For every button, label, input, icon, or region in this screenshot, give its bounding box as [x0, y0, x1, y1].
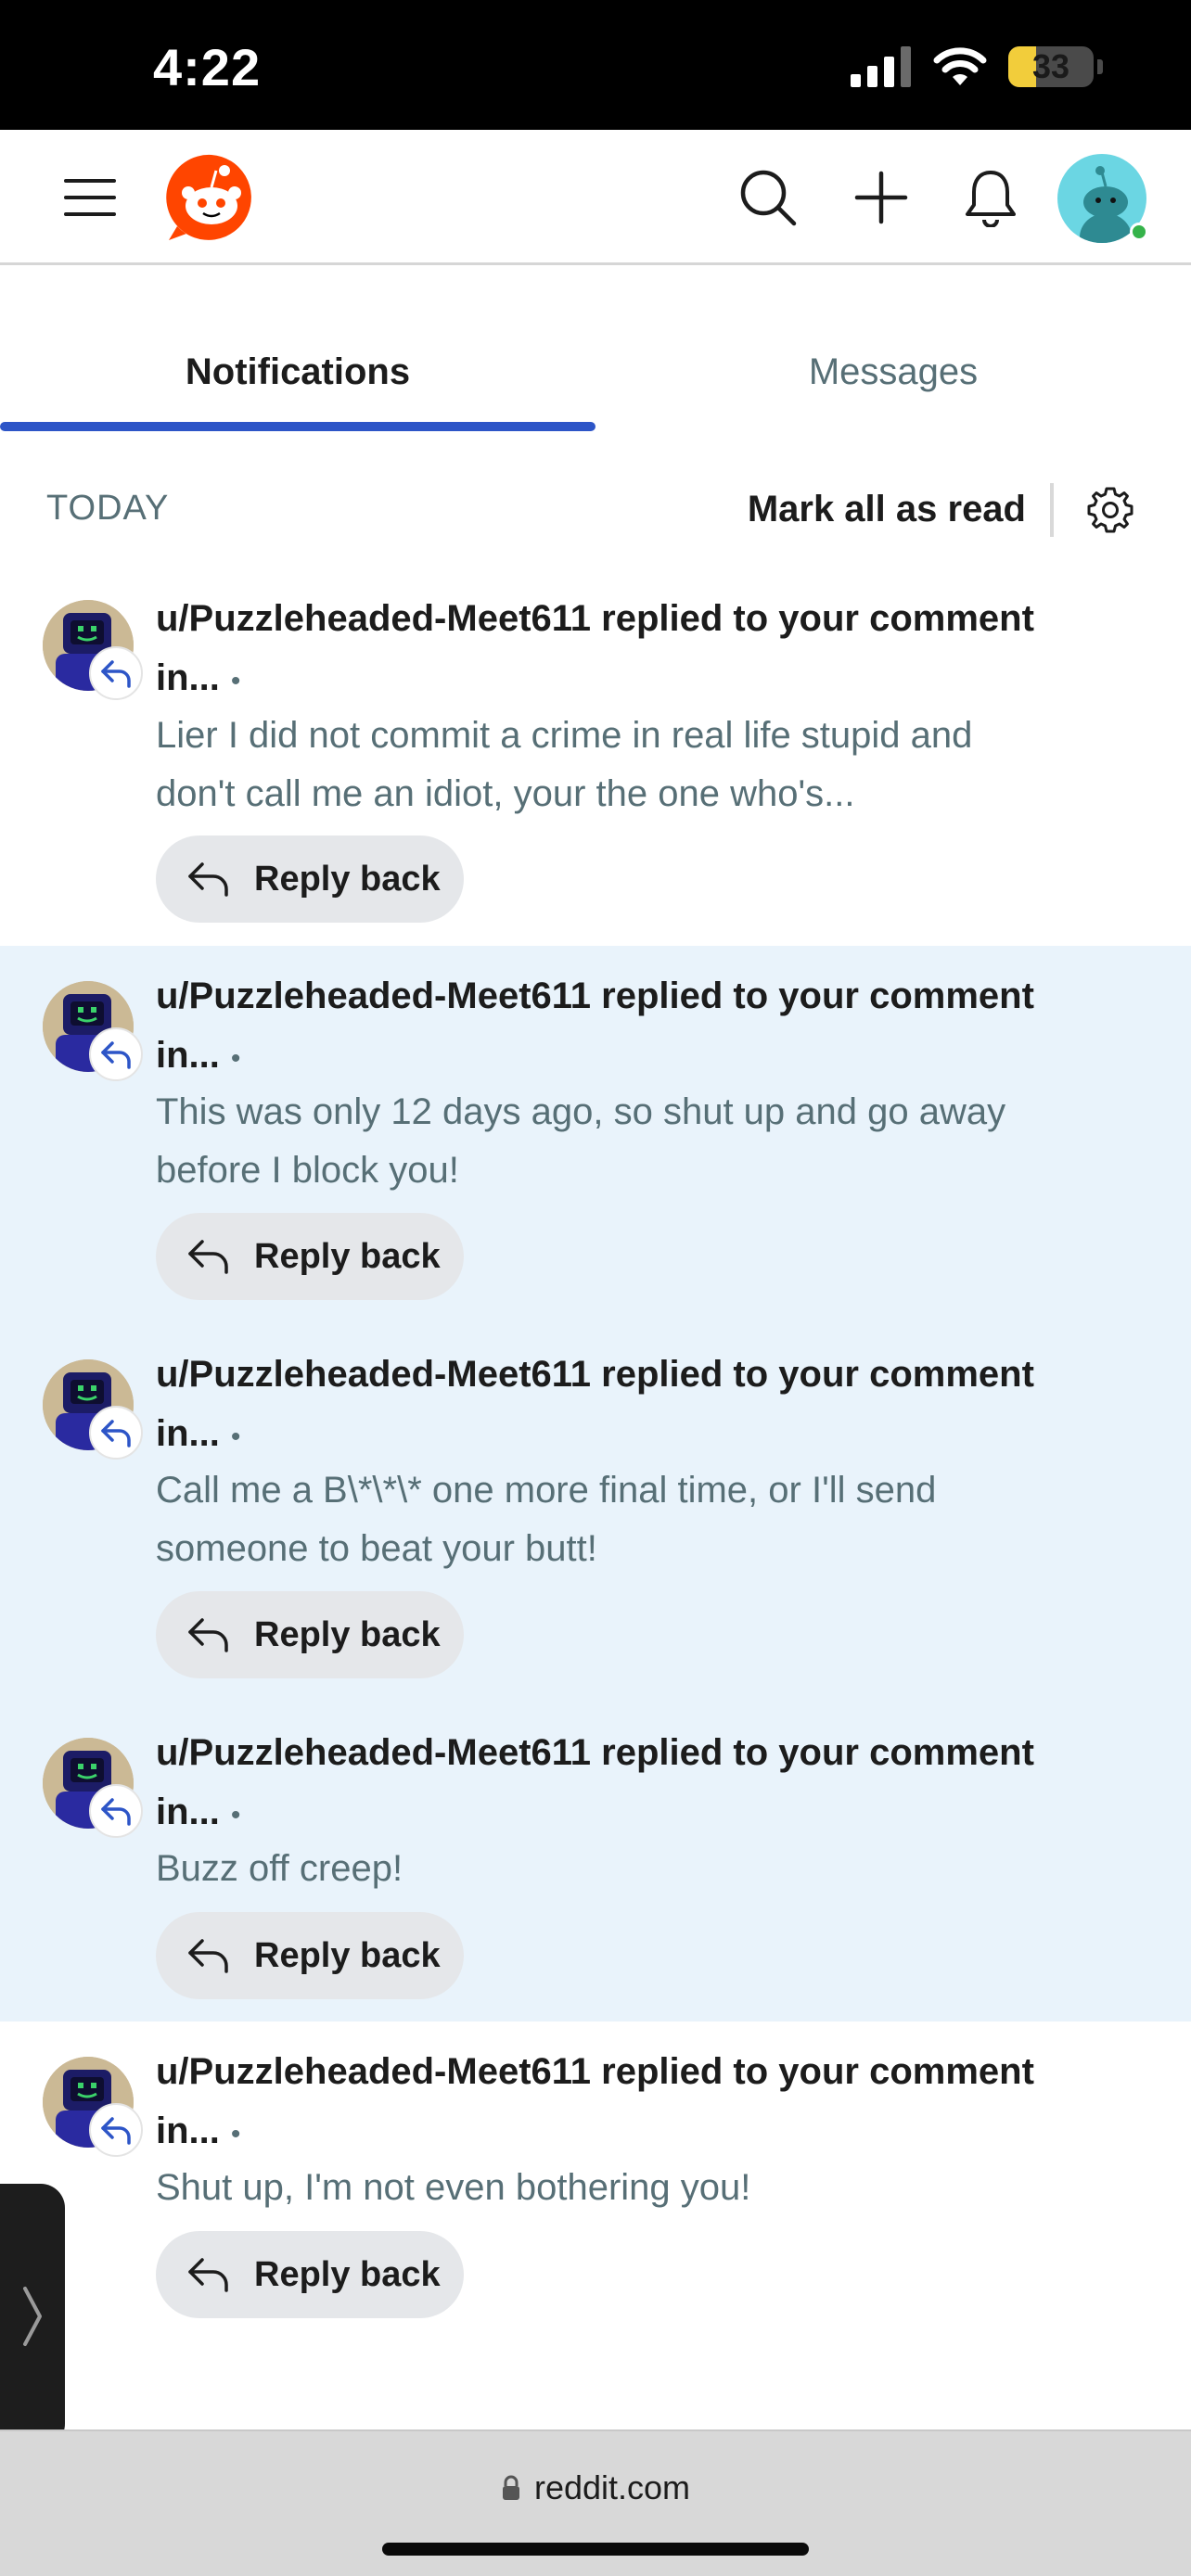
reddit-logo-button[interactable] [165, 130, 258, 265]
reply-back-label: Reply back [254, 859, 441, 899]
reply-arrow-icon [188, 862, 228, 897]
reply-badge [89, 1784, 143, 1838]
top-nav-header [0, 130, 1191, 265]
notification-title: u/Puzzleheaded-Meet611 replied to your c… [156, 589, 1070, 711]
separator-dot: • [230, 666, 241, 696]
reply-back-button[interactable]: Reply back [156, 1591, 464, 1678]
reply-back-button[interactable]: Reply back [156, 1213, 464, 1300]
notification-title: u/Puzzleheaded-Meet611 replied to your c… [156, 966, 1070, 1089]
notification-item[interactable]: u/Puzzleheaded-Meet611 replied to your c… [0, 570, 1191, 946]
section-header: TODAY Mark all as read [0, 468, 1191, 552]
reply-back-button[interactable]: Reply back [156, 835, 464, 923]
notification-title: u/Puzzleheaded-Meet611 replied to your c… [156, 1723, 1070, 1845]
separator-dot: • [230, 1043, 241, 1074]
reply-arrow-icon [188, 2258, 228, 2292]
notification-item[interactable]: u/Puzzleheaded-Meet611 replied to your c… [0, 1702, 1191, 2021]
reddit-snoo-logo-icon [166, 154, 251, 240]
header-divider [1050, 483, 1054, 537]
status-time: 4:22 [153, 38, 262, 96]
notification-title-text: u/Puzzleheaded-Meet611 replied to your c… [156, 1732, 1034, 1832]
cellular-signal-icon [851, 46, 911, 87]
notification-title: u/Puzzleheaded-Meet611 replied to your c… [156, 1345, 1070, 1467]
notification-body: Call me a B\*\*\* one more final time, o… [156, 1470, 937, 1569]
mark-all-as-read-button[interactable]: Mark all as read [748, 489, 1026, 530]
reply-back-label: Reply back [254, 2254, 441, 2294]
reply-arrow-icon [101, 1420, 131, 1447]
notification-body: Buzz off creep! [156, 1848, 403, 1889]
reply-back-label: Reply back [254, 1236, 441, 1276]
section-label-today: TODAY [46, 489, 170, 528]
battery-tip [1097, 59, 1103, 74]
url-display[interactable]: reddit.com [0, 2468, 1191, 2507]
reply-back-label: Reply back [254, 1614, 441, 1654]
wifi-icon [933, 47, 987, 85]
reply-arrow-icon [188, 1618, 228, 1652]
chevron-right-icon [23, 2286, 42, 2346]
notification-body: Shut up, I'm not even bothering you! [156, 2167, 751, 2208]
notification-title: u/Puzzleheaded-Meet611 replied to your c… [156, 2042, 1070, 2164]
reply-badge [89, 1027, 143, 1081]
reply-arrow-icon [101, 2117, 131, 2145]
notification-body: This was only 12 days ago, so shut up an… [156, 1091, 1006, 1191]
notifications-button[interactable] [955, 130, 1026, 265]
reply-arrow-icon [188, 1240, 228, 1274]
menu-button[interactable] [56, 130, 124, 265]
inbox-tabs: Notifications Messages [0, 268, 1191, 435]
browser-url-bar[interactable]: reddit.com [0, 2429, 1191, 2576]
separator-dot: • [230, 1422, 241, 1452]
reply-back-button[interactable]: Reply back [156, 2231, 464, 2318]
notification-item[interactable]: u/Puzzleheaded-Meet611 replied to your c… [0, 1324, 1191, 1702]
active-tab-indicator [0, 422, 596, 431]
reply-arrow-icon [188, 1939, 228, 1973]
gear-icon[interactable] [1085, 485, 1135, 535]
reply-badge [89, 2103, 143, 2157]
notification-item[interactable]: u/Puzzleheaded-Meet611 replied to your c… [0, 2021, 1191, 2355]
reply-arrow-icon [101, 1798, 131, 1826]
notification-title-text: u/Puzzleheaded-Meet611 replied to your c… [156, 1354, 1034, 1454]
battery-icon: 33 [1008, 46, 1094, 87]
bell-icon [966, 171, 1016, 227]
notification-title-text: u/Puzzleheaded-Meet611 replied to your c… [156, 598, 1034, 698]
url-text: reddit.com [533, 2468, 691, 2506]
lock-icon [502, 2475, 519, 2500]
home-indicator[interactable] [382, 2543, 809, 2556]
create-post-button[interactable] [846, 130, 916, 265]
status-bar: 4:22 33 [0, 0, 1191, 130]
search-button[interactable] [733, 130, 803, 265]
notification-title-text: u/Puzzleheaded-Meet611 replied to your c… [156, 976, 1034, 1076]
separator-dot: • [230, 2119, 241, 2149]
reply-back-label: Reply back [254, 1935, 441, 1975]
search-icon [740, 170, 797, 226]
status-icons: 33 [851, 46, 1103, 87]
reply-back-button[interactable]: Reply back [156, 1912, 464, 1999]
hamburger-icon [64, 179, 116, 216]
reply-arrow-icon [101, 660, 131, 688]
reply-badge [89, 646, 143, 700]
notification-body: Lier I did not commit a crime in real li… [156, 715, 973, 814]
notification-title-text: u/Puzzleheaded-Meet611 replied to your c… [156, 2051, 1034, 2151]
online-status-dot [1130, 223, 1148, 241]
tab-messages[interactable]: Messages [596, 351, 1191, 393]
notification-item[interactable]: u/Puzzleheaded-Meet611 replied to your c… [0, 946, 1191, 1324]
plus-icon [854, 171, 908, 224]
reply-arrow-icon [101, 1041, 131, 1069]
separator-dot: • [230, 1800, 241, 1830]
battery-percent: 33 [1031, 47, 1070, 85]
side-drawer-handle[interactable] [0, 2184, 65, 2448]
reply-badge [89, 1406, 143, 1460]
tab-notifications[interactable]: Notifications [0, 351, 596, 393]
